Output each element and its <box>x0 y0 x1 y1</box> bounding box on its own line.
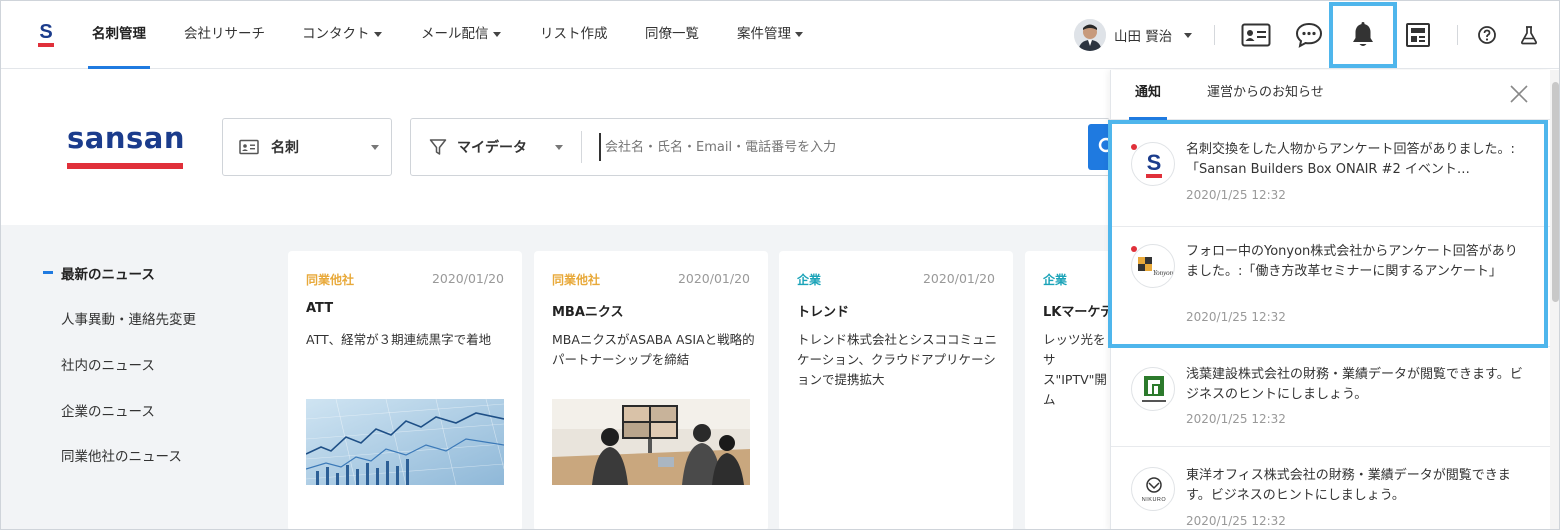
news-title: ATT <box>306 301 334 316</box>
app-window: S 名刺管理 会社リサーチ コンタクト メール配信 リスト作成 同僚一覧 案件管… <box>0 0 1560 530</box>
sansan-s-logo-icon[interactable]: S <box>37 21 55 49</box>
tab-announcements[interactable]: 運営からのお知らせ <box>1207 70 1324 120</box>
divider <box>581 131 582 163</box>
notification-time: 2020/1/25 12:32 <box>1186 188 1286 202</box>
news-category: 企業 <box>797 273 822 287</box>
contact-card-icon[interactable] <box>1236 15 1276 55</box>
chevron-down-icon <box>795 31 803 37</box>
help-icon[interactable] <box>1467 15 1507 55</box>
svg-text:Yonyon: Yonyon <box>1153 269 1174 277</box>
asaba-logo-icon <box>1131 367 1175 411</box>
divider <box>1214 25 1215 45</box>
notification-item[interactable]: 浅葉建設株式会社の財務・業績データが閲覧できます。ビジネスのヒントにしましょう。… <box>1111 347 1551 447</box>
search-input[interactable] <box>599 133 1079 161</box>
news-date: 2020/01/20 <box>922 271 995 286</box>
unread-dot <box>1131 144 1137 150</box>
chat-bubble-icon[interactable] <box>1289 15 1329 55</box>
chevron-down-icon <box>555 145 563 150</box>
notification-item[interactable]: S 名刺交換をした人物からアンケート回答がありました。:「Sansan Buil… <box>1111 121 1551 227</box>
unread-dot <box>1131 246 1137 252</box>
news-card[interactable]: 同業他社 2020/01/20 MBAニクス MBAニクスがASABA ASIA… <box>534 251 768 529</box>
notification-tabs: 通知 運営からのお知らせ <box>1111 70 1551 120</box>
avatar <box>1074 19 1106 51</box>
news-title: トレンド <box>797 305 850 320</box>
chevron-down-icon <box>492 31 501 37</box>
news-body: レッツ光をサ ス"IPTV"開 ム <box>1043 332 1107 407</box>
yonyon-logo-icon: Yonyon <box>1131 244 1175 288</box>
nav-item-list-creation[interactable]: リスト作成 <box>540 1 608 69</box>
nav-item-mail-delivery[interactable]: メール配信 <box>421 1 501 69</box>
nav-item-company-research[interactable]: 会社リサーチ <box>184 1 265 69</box>
news-body: トレンド株式会社とシスココミュニケーション、クラウドアプリケーションで提携拡大 <box>797 332 998 387</box>
news-category: 企業 <box>1043 273 1068 287</box>
tab-notifications[interactable]: 通知 <box>1128 70 1168 120</box>
svg-text:S: S <box>39 21 52 43</box>
sidebar-item-internal-news[interactable]: 社内のニュース <box>61 354 155 374</box>
notification-item[interactable]: Yonyon フォロー中のYonyon株式会社からアンケート回答がありました。:… <box>1111 227 1551 347</box>
news-body: ATT、経常が３期連続黒字で着地 <box>306 332 492 347</box>
bell-highlight <box>1329 2 1397 68</box>
notification-time: 2020/1/25 12:32 <box>1186 310 1286 324</box>
notification-text: 浅葉建設株式会社の財務・業績データが閲覧できます。ビジネスのヒントにしましょう。 <box>1186 367 1523 402</box>
chevron-down-icon <box>371 145 379 150</box>
nav-item-card-management[interactable]: 名刺管理 <box>88 1 150 69</box>
sidebar-item-company-news[interactable]: 企業のニュース <box>61 400 155 420</box>
news-icon[interactable] <box>1398 15 1438 55</box>
chevron-down-icon <box>1184 32 1193 38</box>
news-category: 同業他社 <box>306 273 355 287</box>
nav-item-contact[interactable]: コンタクト <box>302 1 382 69</box>
meeting-image <box>552 399 750 485</box>
nav-item-deal-management[interactable]: 案件管理 <box>737 1 803 69</box>
notification-time: 2020/1/25 12:32 <box>1186 514 1286 528</box>
notification-time: 2020/1/25 12:32 <box>1186 412 1286 426</box>
filter-icon <box>429 139 447 155</box>
nikuro-logo-icon: NIKURO <box>1131 467 1175 511</box>
active-indicator <box>43 271 53 274</box>
chevron-down-icon <box>373 31 382 37</box>
user-menu[interactable]: 山田 賢治 <box>1074 17 1193 53</box>
top-navigation: S 名刺管理 会社リサーチ コンタクト メール配信 リスト作成 同僚一覧 案件管… <box>1 1 1559 69</box>
news-date: 2020/01/20 <box>677 271 750 286</box>
search-bar: マイデータ <box>410 118 1110 176</box>
news-title: LKマーケテ <box>1043 305 1114 320</box>
notification-item[interactable]: NIKURO 東洋オフィス株式会社の財務・業績データが閲覧できます。ビジネスのヒ… <box>1111 447 1551 529</box>
contact-card-icon <box>239 139 259 155</box>
logo-underline <box>67 163 183 169</box>
sidebar-item-latest-news[interactable]: 最新のニュース <box>61 263 155 283</box>
sansan-logo-icon: S <box>1131 142 1175 186</box>
sidebar-item-competitor-news[interactable]: 同業他社のニュース <box>61 445 182 465</box>
news-date: 2020/01/20 <box>431 271 504 286</box>
news-category: 同業他社 <box>552 273 601 287</box>
svg-text:NIKURO: NIKURO <box>1142 497 1167 503</box>
news-card[interactable]: 企業 2020/01/20 トレンド トレンド株式会社とシスココミュニケーション… <box>779 251 1013 529</box>
stock-chart-image <box>306 399 504 485</box>
user-name: 山田 賢治 <box>1114 29 1173 45</box>
close-icon[interactable] <box>1507 82 1531 106</box>
nav-item-colleagues[interactable]: 同僚一覧 <box>645 1 699 69</box>
search-scope-select[interactable]: マイデータ <box>429 119 527 175</box>
search-type-select[interactable]: 名刺 <box>222 118 392 176</box>
sidebar-item-personnel-changes[interactable]: 人事異動・連絡先変更 <box>61 308 196 328</box>
notification-text: フォロー中のYonyon株式会社からアンケート回答がありました。:「働き方改革セ… <box>1186 244 1518 279</box>
sansan-logo[interactable]: sansan <box>67 121 185 173</box>
scrollbar[interactable] <box>1550 70 1559 529</box>
divider <box>1457 25 1458 45</box>
svg-text:S: S <box>1147 150 1162 175</box>
news-body: MBAニクスがASABA ASIAと戦略的パートナーシップを締結 <box>552 332 755 367</box>
notification-text: 名刺交換をした人物からアンケート回答がありました。:「Sansan Builde… <box>1186 142 1515 177</box>
notification-panel: 通知 運営からのお知らせ S 名刺交換をした人物からアンケート回答がありました。… <box>1110 70 1551 529</box>
scrollbar-thumb[interactable] <box>1552 82 1559 302</box>
news-title: MBAニクス <box>552 305 624 320</box>
news-card[interactable]: 同業他社 2020/01/20 ATT ATT、経常が３期連続黒字で着地 <box>288 251 522 529</box>
flask-icon[interactable] <box>1509 15 1549 55</box>
notification-text: 東洋オフィス株式会社の財務・業績データが閲覧できます。ビジネスのヒントにしましょ… <box>1186 468 1511 503</box>
